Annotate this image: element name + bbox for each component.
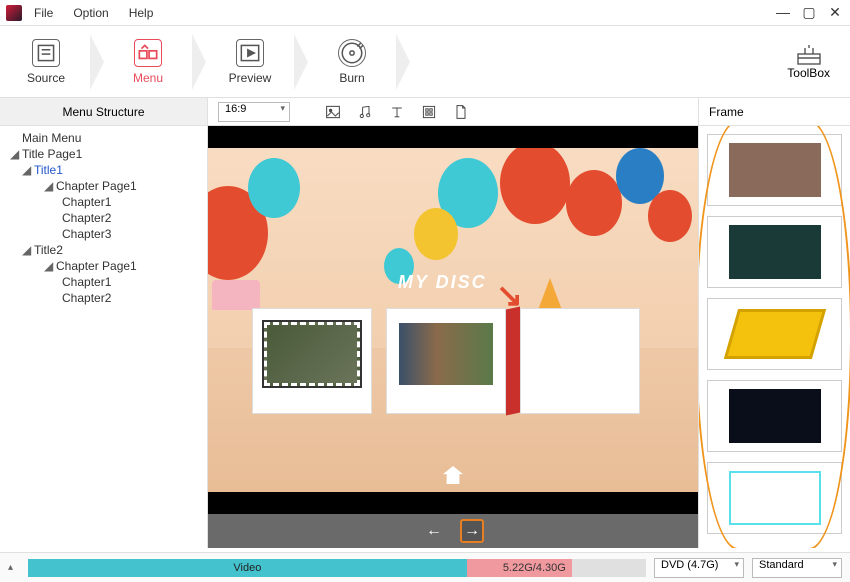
disc-title-text[interactable]: MY DISC	[398, 272, 487, 293]
status-bar: ▴ Video 5.22G/4.30G DVD (4.7G) Standard	[0, 552, 850, 582]
toolbox-button[interactable]: ToolBox	[787, 44, 830, 80]
minimize-button[interactable]: —	[774, 4, 792, 21]
frame-panel-header: Frame	[699, 98, 850, 126]
step-source-label: Source	[27, 71, 65, 85]
text-icon[interactable]	[388, 103, 406, 121]
tree-chapter3-a[interactable]: Chapter3	[0, 226, 207, 242]
next-page-button[interactable]: →	[460, 519, 484, 543]
frame-swatch	[729, 143, 821, 197]
tree-chapter-page1-b[interactable]: ◢Chapter Page1	[0, 258, 207, 274]
step-menu[interactable]: Menu	[102, 39, 194, 85]
preview-nav-bar: ← →	[208, 514, 698, 548]
burn-icon	[338, 39, 366, 67]
frame-list	[699, 126, 850, 548]
pedestal	[520, 308, 640, 414]
balloon-decoration	[414, 208, 458, 260]
menu-help[interactable]: Help	[129, 6, 154, 20]
prev-page-button[interactable]: ←	[422, 519, 446, 543]
step-preview[interactable]: Preview	[204, 39, 296, 85]
left-panel-header: Menu Structure	[0, 98, 207, 126]
menu-option[interactable]: Option	[73, 6, 108, 20]
pedestal-side	[506, 307, 520, 416]
image-icon[interactable]	[324, 103, 342, 121]
progress-video-label: Video	[233, 562, 261, 574]
arrow-icon: ↘	[496, 276, 523, 314]
progress-video-segment: Video	[28, 559, 467, 577]
frame-option-5[interactable]	[707, 462, 842, 534]
frame-option-3[interactable]	[707, 298, 842, 370]
step-burn-label: Burn	[339, 71, 364, 85]
toolbox-label: ToolBox	[787, 66, 830, 80]
frame-swatch	[729, 471, 821, 525]
title-thumbnail-2[interactable]	[398, 322, 494, 386]
frame-option-1[interactable]	[707, 134, 842, 206]
progress-size-label: 5.22G/4.30G	[503, 562, 566, 574]
tree-chapter2-b[interactable]: Chapter2	[0, 290, 207, 306]
frame-swatch	[729, 225, 821, 279]
toolbar-icons	[324, 103, 470, 121]
step-source[interactable]: Source	[0, 39, 92, 85]
main-area: Menu Structure Main Menu ◢Title Page1 ◢T…	[0, 98, 850, 548]
menu-structure-tree: Main Menu ◢Title Page1 ◢Title1 ◢Chapter …	[0, 126, 207, 548]
progress-over-segment: 5.22G/4.30G	[467, 559, 572, 577]
left-panel: Menu Structure Main Menu ◢Title Page1 ◢T…	[0, 98, 208, 548]
aspect-ratio-select[interactable]: 16:9	[218, 102, 290, 122]
home-icon[interactable]	[443, 466, 463, 484]
step-preview-label: Preview	[229, 71, 272, 85]
tree-chapter2-a[interactable]: Chapter2	[0, 210, 207, 226]
title-bar: File Option Help — ▢ ✕	[0, 0, 850, 26]
tree-title2[interactable]: ◢Title2	[0, 242, 207, 258]
preview-icon	[236, 39, 264, 67]
balloon-decoration	[648, 190, 692, 242]
center-panel: 16:9	[208, 98, 698, 548]
party-hat-decoration	[538, 278, 562, 310]
disc-type-select[interactable]: DVD (4.7G)	[654, 558, 744, 578]
frame-panel: Frame	[698, 98, 850, 548]
size-progress-bar: Video 5.22G/4.30G	[28, 559, 646, 577]
menu-file[interactable]: File	[34, 6, 53, 20]
menu-scene[interactable]: MY DISC ↘	[208, 148, 698, 492]
window-controls: — ▢ ✕	[774, 4, 844, 21]
music-icon[interactable]	[356, 103, 374, 121]
file-icon[interactable]	[452, 103, 470, 121]
center-toolbar: 16:9	[208, 98, 698, 126]
balloon-decoration	[248, 158, 300, 218]
preview-area: MY DISC ↘ ← →	[208, 126, 698, 548]
maximize-button[interactable]: ▢	[800, 4, 818, 21]
menu-bar: File Option Help	[34, 6, 153, 20]
tree-title-page1[interactable]: ◢Title Page1	[0, 146, 207, 162]
tree-chapter1-a[interactable]: Chapter1	[0, 194, 207, 210]
title-thumbnail-1[interactable]	[264, 322, 360, 386]
tree-title1[interactable]: ◢Title1	[0, 162, 207, 178]
source-icon	[32, 39, 60, 67]
step-separator	[396, 34, 410, 90]
frame-option-2[interactable]	[707, 216, 842, 288]
frame-swatch	[723, 309, 825, 359]
frame-option-4[interactable]	[707, 380, 842, 452]
menu-icon	[134, 39, 162, 67]
close-button[interactable]: ✕	[826, 4, 844, 21]
frame-swatch	[729, 389, 821, 443]
tree-chapter1-b[interactable]: Chapter1	[0, 274, 207, 290]
step-menu-label: Menu	[133, 71, 163, 85]
app-icon	[6, 5, 22, 21]
tree-main-menu[interactable]: Main Menu	[0, 130, 207, 146]
quality-select[interactable]: Standard	[752, 558, 842, 578]
balloon-decoration	[566, 170, 622, 236]
cake-decoration	[212, 280, 260, 310]
chapter-icon[interactable]	[420, 103, 438, 121]
workflow-steps: Source Menu Preview Burn ToolBox	[0, 26, 850, 98]
step-burn[interactable]: Burn	[306, 39, 398, 85]
toolbox-icon	[795, 44, 823, 66]
expand-toggle[interactable]: ▴	[8, 562, 20, 573]
tree-chapter-page1-a[interactable]: ◢Chapter Page1	[0, 178, 207, 194]
